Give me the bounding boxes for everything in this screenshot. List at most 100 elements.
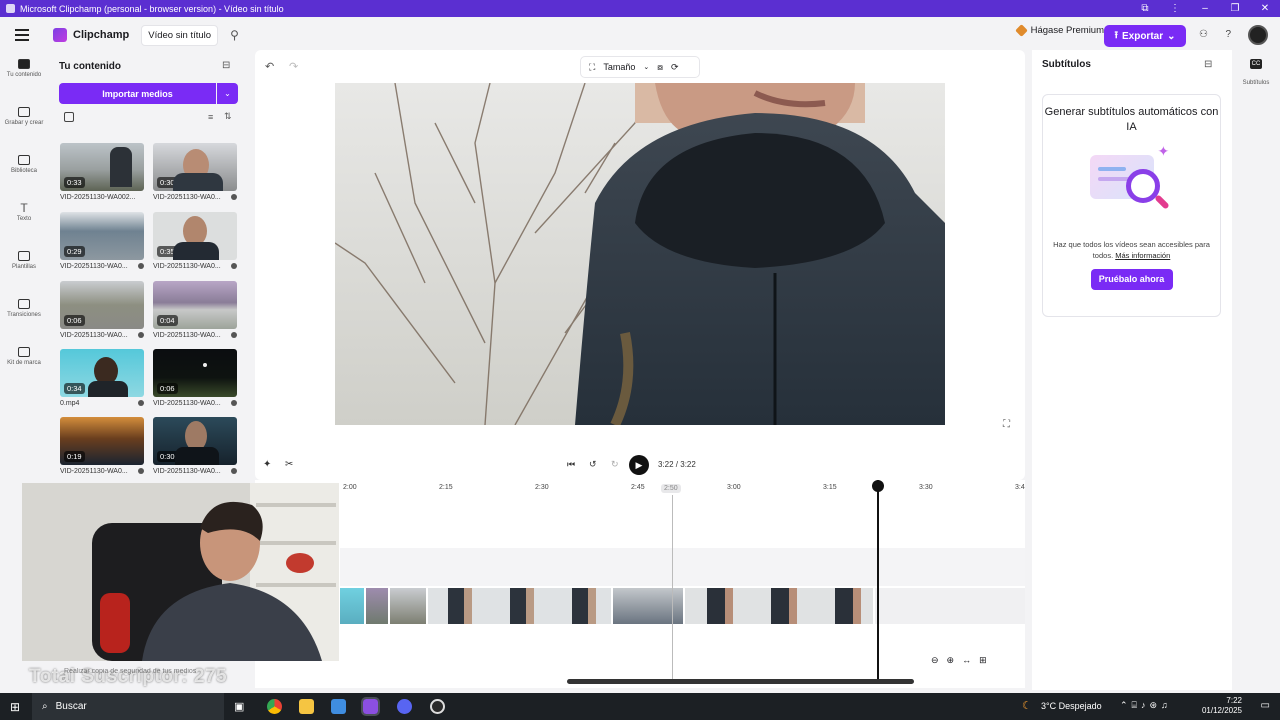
premium-label: Hágase Premium: [1030, 25, 1104, 36]
resize-icon: ⛶: [589, 61, 596, 72]
media-item[interactable]: 0:06 VID-20251130-WA0...: [60, 281, 144, 339]
library-icon: [18, 155, 30, 165]
used-indicator-icon: [231, 194, 237, 200]
timeline-clip[interactable]: [428, 588, 613, 624]
skip-back-icon[interactable]: ⏮: [567, 459, 575, 470]
menu-icon[interactable]: [15, 26, 29, 44]
task-view-icon[interactable]: ▣: [234, 700, 244, 713]
fit-timeline-icon[interactable]: ↔: [962, 655, 971, 666]
timeline-clip[interactable]: [390, 588, 428, 624]
filter-icon[interactable]: ≡: [208, 112, 213, 122]
timeline-clip[interactable]: [685, 588, 875, 624]
rail-item-transitions[interactable]: Transiciones: [0, 299, 48, 341]
taskbar-search[interactable]: ⌕ Buscar: [32, 693, 224, 720]
premium-button[interactable]: Hágase Premium: [1014, 24, 1104, 37]
share-icon[interactable]: ⚇: [1199, 29, 1208, 40]
collapse-panel-icon[interactable]: ⊟: [222, 60, 230, 71]
select-all-checkbox[interactable]: [64, 112, 74, 122]
avatar[interactable]: [1248, 25, 1268, 45]
notifications-icon[interactable]: ▭: [1261, 700, 1270, 711]
media-item[interactable]: 0:34 0.mp4: [60, 349, 144, 407]
minimize-button[interactable]: –: [1190, 0, 1220, 17]
media-name: VID-20251130-WA0...: [60, 468, 128, 475]
media-name: VID-20251130-WA002...: [60, 194, 136, 201]
try-now-button[interactable]: Pruébalo ahora: [1090, 269, 1173, 290]
more-info-link[interactable]: Más información: [1115, 251, 1170, 260]
maximize-button[interactable]: ❐: [1220, 0, 1250, 17]
weather-text[interactable]: 3°C Despejado: [1041, 701, 1102, 711]
rail-item-text[interactable]: T Texto: [0, 202, 48, 245]
redo-icon[interactable]: ↷: [289, 60, 298, 73]
playhead[interactable]: [872, 480, 884, 680]
clock[interactable]: 7:22 01/12/2025: [1202, 696, 1242, 716]
expand-timeline-icon[interactable]: ⊞: [979, 655, 987, 666]
collapse-panel-icon[interactable]: ⊟: [1204, 59, 1212, 70]
media-item[interactable]: 0:33 VID-20251130-WA002...: [60, 143, 144, 201]
obs-icon[interactable]: [430, 699, 445, 714]
video-preview[interactable]: [335, 83, 945, 425]
media-item[interactable]: 0:35 VID-20251130-WA0...: [153, 212, 237, 270]
project-name-field[interactable]: Vídeo sin título: [141, 24, 219, 46]
fullscreen-icon[interactable]: ⛶: [1003, 419, 1010, 430]
windows-start-icon[interactable]: ⊞: [10, 700, 20, 714]
media-item[interactable]: 0:30 VID-20251130-WA0...: [153, 417, 237, 475]
play-button[interactable]: ▶: [629, 455, 649, 475]
close-button[interactable]: ✕: [1250, 0, 1280, 17]
export-button[interactable]: ⭱ Exportar ⌄: [1104, 25, 1186, 47]
system-tray-icons[interactable]: ⌃⌸♪⊛♫: [1120, 700, 1172, 711]
media-item[interactable]: 0:30 VID-20251130-WA0...: [153, 143, 237, 201]
help-icon[interactable]: ?: [1225, 29, 1231, 40]
rail-item-record[interactable]: Grabar y crear: [0, 107, 48, 149]
rail-item-library[interactable]: Biblioteca: [0, 155, 48, 197]
extension-icon[interactable]: ⧉: [1130, 0, 1160, 17]
rail-item-content[interactable]: Tu contenido: [0, 59, 48, 101]
timeline-clip[interactable]: [366, 588, 390, 624]
timeline[interactable]: 2:00 2:15 2:30 2:45 2:50 3:00 3:15 3:30 …: [255, 480, 1025, 688]
file-explorer-icon[interactable]: [299, 699, 314, 714]
timeline-scrollbar[interactable]: [567, 679, 914, 684]
size-button[interactable]: Tamaño: [603, 62, 635, 72]
split-icon[interactable]: ✂: [285, 459, 293, 470]
magic-icon[interactable]: ✦: [263, 459, 271, 470]
rotate-icon[interactable]: ⟳: [671, 62, 679, 73]
timeline-clip[interactable]: [340, 588, 366, 624]
media-item[interactable]: 0:19 VID-20251130-WA0...: [60, 417, 144, 475]
timeline-clip[interactable]: [613, 588, 685, 624]
import-media-button[interactable]: Importar medios: [59, 83, 216, 104]
discord-icon[interactable]: [397, 699, 412, 714]
more-icon[interactable]: ⋮: [1160, 0, 1190, 17]
media-name: VID-20251130-WA0...: [153, 332, 221, 339]
card-text: Haz que todos los vídeos sean accesibles…: [1043, 239, 1220, 261]
duration-badge: 0:06: [157, 383, 178, 394]
sort-icon[interactable]: ⇅: [224, 111, 232, 122]
zoom-controls: ⊖ ⊕ ↔ ⊞: [931, 655, 987, 666]
window-title: Microsoft Clipchamp (personal - browser …: [20, 3, 284, 14]
import-dropdown-button[interactable]: ⌄: [217, 83, 238, 104]
zoom-out-icon[interactable]: ⊖: [931, 655, 939, 666]
media-item[interactable]: 0:04 VID-20251130-WA0...: [153, 281, 237, 339]
rewind-icon[interactable]: ↺: [589, 459, 597, 470]
media-name: VID-20251130-WA0...: [60, 332, 128, 339]
rail-label: Subtítulos: [1242, 80, 1270, 86]
forward-icon[interactable]: ↻: [611, 459, 619, 470]
used-indicator-icon: [231, 468, 237, 474]
webcam-frame: [22, 483, 339, 661]
store-icon[interactable]: [331, 699, 346, 714]
window-titlebar: Microsoft Clipchamp (personal - browser …: [0, 0, 1280, 17]
used-indicator-icon: [231, 263, 237, 269]
zoom-in-icon[interactable]: ⊕: [947, 655, 955, 666]
time-display: 3:22 / 3:22: [658, 460, 696, 469]
timeline-hover-tick: 2:50: [661, 484, 681, 493]
content-title: Tu contenido: [59, 61, 122, 72]
snapshot-icon[interactable]: ⧇: [657, 62, 663, 73]
clipchamp-taskbar-icon[interactable]: [361, 697, 380, 716]
rail-item-subtitles[interactable]: CC Subtítulos: [1232, 59, 1280, 89]
rail-item-brand-kit[interactable]: Kit de marca: [0, 347, 48, 389]
feedback-icon[interactable]: ⚲: [230, 28, 239, 42]
media-item[interactable]: 0:29 VID-20251130-WA0...: [60, 212, 144, 270]
chrome-icon[interactable]: [267, 699, 282, 714]
media-item[interactable]: 0:06 VID-20251130-WA0...: [153, 349, 237, 407]
undo-icon[interactable]: ↶: [265, 60, 274, 73]
rail-item-templates[interactable]: Plantillas: [0, 251, 48, 293]
duration-badge: 0:33: [64, 177, 85, 188]
